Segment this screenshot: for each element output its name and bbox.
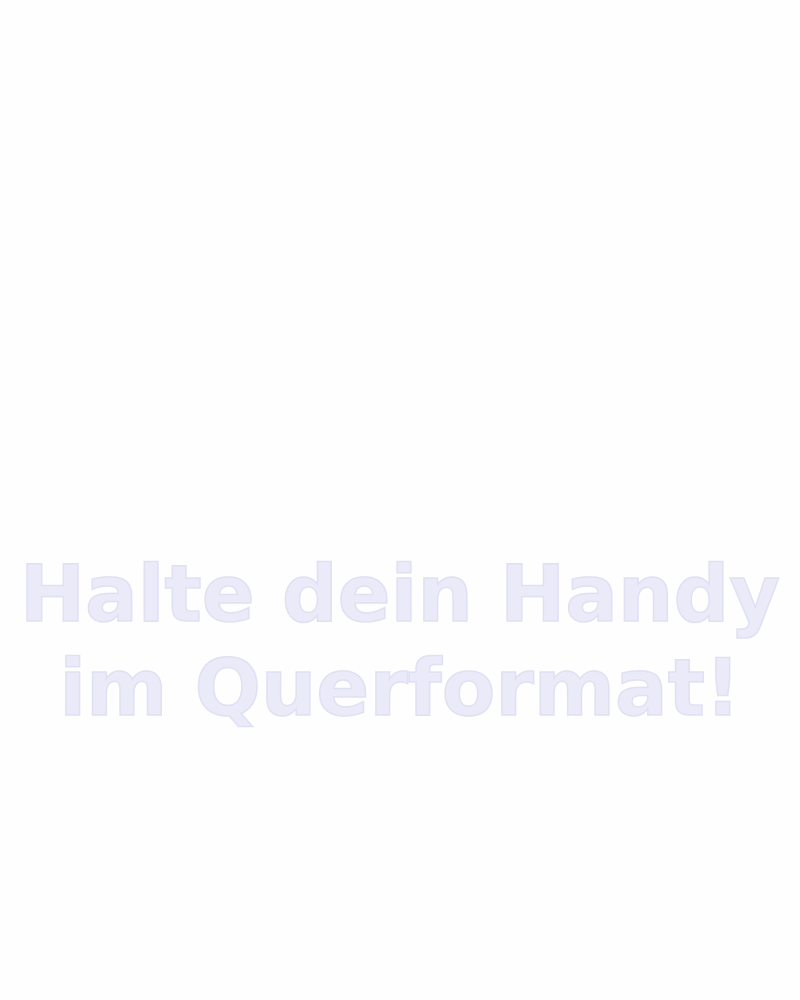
rotate-device-message: Halte dein Handy im Querformat! (0, 548, 800, 736)
rotate-device-screen: Halte dein Handy im Querformat! (0, 0, 800, 1000)
rotate-message-line-2: im Querformat! (59, 643, 742, 735)
rotate-message-line-1: Halte dein Handy (19, 549, 781, 641)
